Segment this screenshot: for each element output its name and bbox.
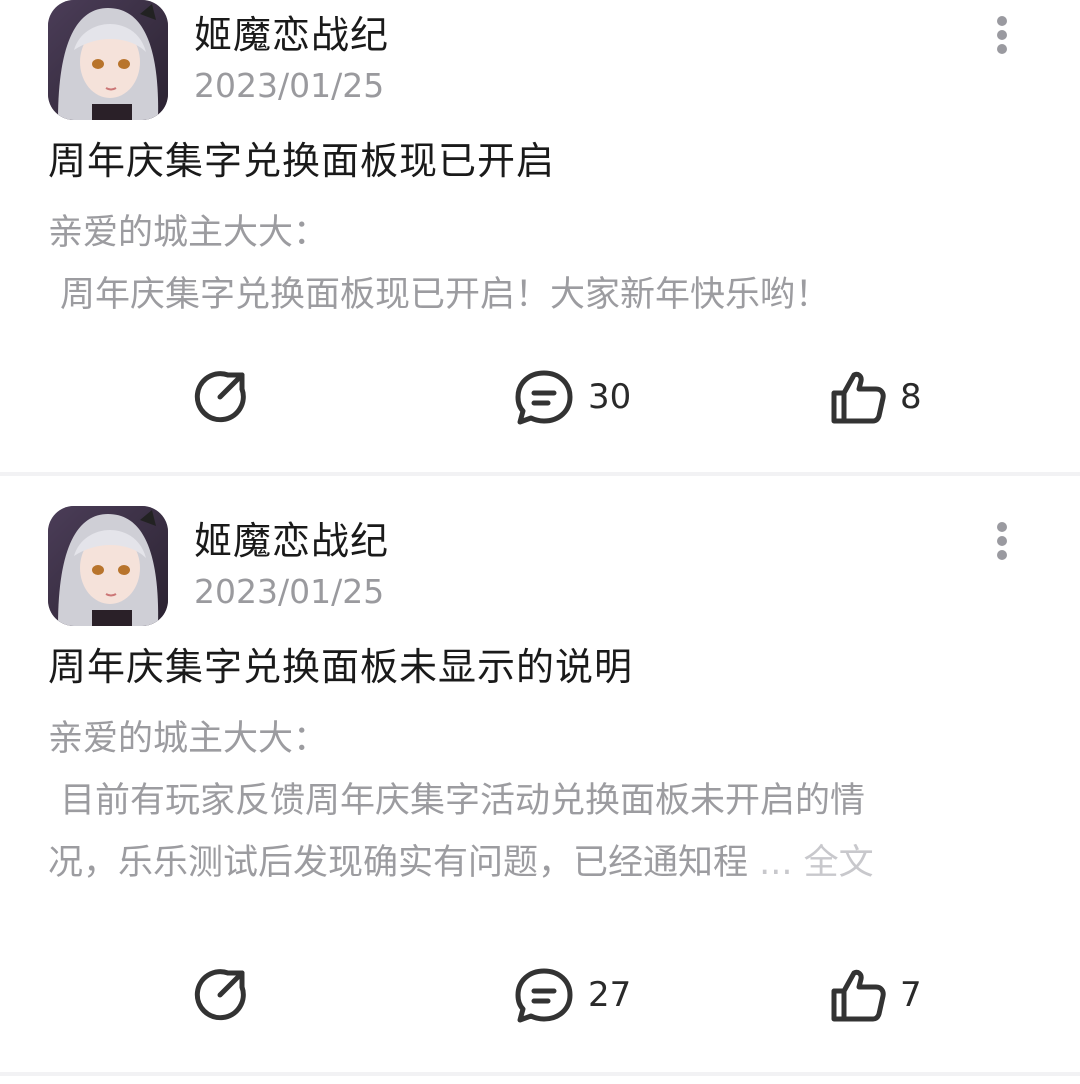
comment-icon [515, 968, 573, 1023]
comment-icon [515, 370, 573, 425]
share-button[interactable] [190, 960, 250, 1030]
share-icon [194, 371, 246, 423]
share-icon [194, 969, 246, 1021]
thumbs-up-icon [831, 969, 886, 1022]
body-line: 周年庆集字兑换面板现已开启！大家新年快乐哟！ [60, 275, 831, 315]
expand-full-text-link[interactable]: ... 全文 [759, 843, 874, 883]
post-card[interactable]: 姬魔恋战纪 2023/01/25 周年庆集字兑换面板现已开启 亲爱的城主大大： … [0, 0, 1080, 472]
post-card[interactable]: 姬魔恋战纪 2023/01/25 周年庆集字兑换面板未显示的说明 亲爱的城主大大… [0, 476, 1080, 1072]
author-avatar[interactable] [48, 0, 168, 120]
comment-button[interactable]: 27 [512, 960, 631, 1030]
comment-count: 30 [588, 377, 632, 417]
body-line: 况，乐乐测试后发现确实有问题，已经通知程 ... 全文 [48, 832, 1038, 894]
author-avatar[interactable] [48, 506, 168, 626]
more-vertical-icon[interactable] [984, 520, 1020, 560]
thumbs-up-icon [831, 371, 886, 424]
comment-count: 27 [588, 975, 632, 1015]
share-button[interactable] [190, 362, 250, 432]
body-line: 目前有玩家反馈周年庆集字活动兑换面板未开启的情 [60, 781, 866, 821]
post-date: 2023/01/25 [194, 572, 385, 611]
comment-button[interactable]: 30 [512, 362, 631, 432]
body-line-text: 况，乐乐测试后发现确实有问题，已经通知程 [48, 843, 749, 883]
post-date: 2023/01/25 [194, 66, 385, 105]
more-vertical-icon[interactable] [984, 14, 1020, 54]
post-body[interactable]: 亲爱的城主大大： 周年庆集字兑换面板现已开启！大家新年快乐哟！ [48, 202, 1038, 326]
author-name[interactable]: 姬魔恋战纪 [194, 4, 389, 59]
author-name[interactable]: 姬魔恋战纪 [194, 510, 389, 565]
post-actions: 27 7 [0, 960, 1080, 1030]
post-actions: 30 8 [0, 362, 1080, 432]
like-button[interactable]: 8 [828, 362, 922, 432]
like-button[interactable]: 7 [828, 960, 922, 1030]
like-count: 7 [900, 975, 922, 1015]
post-title[interactable]: 周年庆集字兑换面板未显示的说明 [48, 636, 633, 691]
divider [0, 1072, 1080, 1076]
post-title[interactable]: 周年庆集字兑换面板现已开启 [48, 130, 555, 185]
body-line: 亲爱的城主大大： [48, 213, 329, 253]
body-line: 亲爱的城主大大： [48, 719, 329, 759]
post-body[interactable]: 亲爱的城主大大： 目前有玩家反馈周年庆集字活动兑换面板未开启的情 况，乐乐测试后… [48, 708, 1038, 894]
like-count: 8 [900, 377, 922, 417]
